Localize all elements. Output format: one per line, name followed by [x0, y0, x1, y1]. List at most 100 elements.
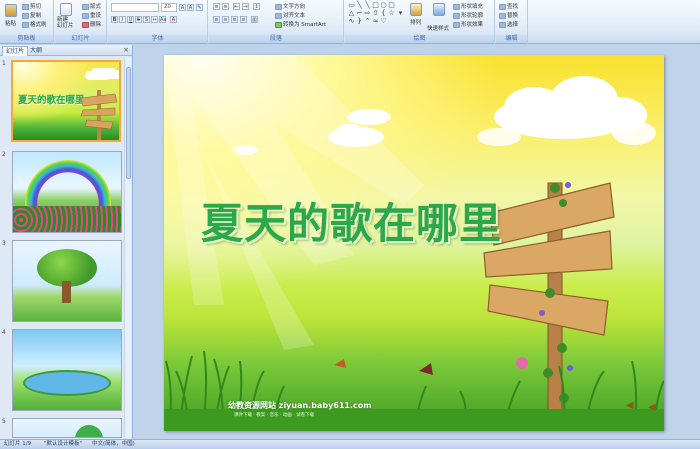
font-size-field[interactable]: 20: [161, 3, 177, 12]
slide-thumbnail-4[interactable]: [12, 329, 122, 411]
effects-icon: [453, 21, 460, 28]
justify-button[interactable]: ≡: [240, 16, 247, 23]
language-indicator[interactable]: 中文(简体，中国): [92, 440, 135, 449]
reset-icon: [82, 12, 89, 19]
thumb-dome: [75, 425, 103, 437]
speaker-icon[interactable]: ◀: [626, 400, 634, 411]
thumb-number: 5: [2, 418, 6, 425]
shapes-more-icon[interactable]: ▾: [397, 10, 404, 17]
scrollbar-thumb[interactable]: [126, 67, 131, 179]
replace-button[interactable]: 替换: [499, 11, 518, 19]
quick-styles-button[interactable]: 快速样式: [427, 24, 449, 32]
thumb-tree-trunk: [62, 281, 71, 303]
shape-curve-icon[interactable]: ∿: [348, 18, 355, 25]
align-right-button[interactable]: ≡: [231, 16, 238, 23]
arrange-icon[interactable]: [410, 3, 422, 16]
layout-icon: [82, 3, 89, 10]
paste-icon[interactable]: [5, 4, 17, 17]
italic-button[interactable]: I: [119, 16, 126, 23]
tab-slides[interactable]: 幻灯片: [2, 46, 29, 56]
quick-styles-icon[interactable]: [433, 3, 445, 16]
cut-button[interactable]: 剪切: [22, 2, 41, 10]
thumb-cloud: [91, 68, 117, 77]
shape-bracket-icon[interactable]: ⌐: [356, 10, 363, 17]
shape-outline-button[interactable]: 形状轮廓: [453, 11, 483, 19]
slide-thumbnail-1[interactable]: 夏天的歌在哪里: [11, 60, 121, 142]
slide-thumbnail-3[interactable]: [12, 240, 122, 322]
underline-button[interactable]: U: [127, 16, 134, 23]
shape-rect-icon[interactable]: ▭: [348, 2, 355, 9]
delete-button[interactable]: 删除: [82, 20, 101, 28]
bullets-button[interactable]: ≡: [213, 3, 220, 10]
clipboard-label: 剪贴板: [0, 35, 53, 43]
spacing-button[interactable]: ↔: [151, 16, 158, 23]
decrease-indent-button[interactable]: ⇤: [233, 3, 240, 10]
strikethrough-button[interactable]: S: [135, 16, 142, 23]
format-painter-button[interactable]: 格式刷: [22, 20, 47, 28]
shape-arrow-icon[interactable]: ⇨: [364, 10, 371, 17]
bold-button[interactable]: B: [111, 16, 118, 23]
align-text-icon: [275, 12, 282, 19]
shape-heart-icon[interactable]: ♡: [380, 18, 387, 25]
close-icon[interactable]: ×: [123, 46, 129, 54]
shape-brace-icon[interactable]: }: [356, 18, 363, 25]
convert-smartart-button[interactable]: 转换为 SmartArt: [275, 20, 326, 28]
thumb-pond: [23, 370, 111, 396]
shape-effects-button[interactable]: 形状效果: [453, 20, 483, 28]
theme-name[interactable]: "默认设计模板": [44, 440, 82, 449]
panel-scrollbar[interactable]: [124, 57, 131, 437]
clear-format-button[interactable]: ✎: [196, 4, 203, 11]
tab-outline[interactable]: 大纲: [27, 46, 45, 56]
shape-triangle-icon[interactable]: △: [348, 10, 355, 17]
case-button[interactable]: Aa: [159, 16, 166, 23]
shape-oval-icon[interactable]: ○: [380, 2, 387, 9]
shape-star-icon[interactable]: ☆: [388, 10, 395, 17]
find-button[interactable]: 查找: [499, 2, 518, 10]
shape-line2-icon[interactable]: ╲: [364, 2, 371, 9]
numbering-button[interactable]: ≡: [222, 3, 229, 10]
font-name-field[interactable]: [111, 3, 159, 12]
slide-title[interactable]: 夏天的歌在哪里: [201, 190, 502, 251]
new-slide-icon[interactable]: [60, 3, 72, 16]
font-label: 字体: [108, 35, 207, 43]
thumb-flowers: [13, 206, 121, 232]
increase-indent-button[interactable]: ⇥: [242, 3, 249, 10]
columns-button[interactable]: ▥: [251, 16, 258, 23]
slide-thumbnail-2[interactable]: [12, 151, 122, 233]
shape-rounded-icon[interactable]: ▢: [388, 2, 395, 9]
shadow-button[interactable]: S: [143, 16, 150, 23]
shape-rect2-icon[interactable]: □: [372, 2, 379, 9]
shape-line-icon[interactable]: ╲: [356, 2, 363, 9]
line-spacing-button[interactable]: ↕: [253, 3, 260, 10]
thumb-signpost: [80, 90, 118, 140]
shape-fill-button[interactable]: 形状填充: [453, 2, 483, 10]
scissors-icon: [22, 3, 29, 10]
shape-curly-icon[interactable]: {: [380, 10, 387, 17]
grow-font-button[interactable]: A: [179, 4, 186, 11]
shape-wave-icon[interactable]: ≈: [372, 18, 379, 25]
shape-chevron-icon[interactable]: ⌃: [364, 18, 371, 25]
replace-icon: [499, 12, 506, 19]
align-left-button[interactable]: ≡: [213, 16, 220, 23]
paste-button[interactable]: 粘贴: [5, 19, 16, 27]
arrange-button[interactable]: 排列: [410, 18, 421, 26]
text-direction-button[interactable]: 文字方向: [275, 2, 305, 10]
fill-icon: [453, 3, 460, 10]
select-button[interactable]: 选择: [499, 20, 518, 28]
copy-button[interactable]: 复制: [22, 11, 41, 19]
shape-arrow2-icon[interactable]: ⇧: [372, 10, 379, 17]
speaker-icon-2[interactable]: ◀: [648, 402, 656, 413]
slide-thumbnail-5[interactable]: [12, 418, 122, 438]
new-slide-button[interactable]: 新建 幻灯片: [57, 17, 74, 29]
current-slide[interactable]: 夏天的歌在哪里 幼教资源网站 ziyuan.baby611.com 课件下载 ·…: [164, 55, 664, 431]
align-center-button[interactable]: ≡: [222, 16, 229, 23]
shrink-font-button[interactable]: A: [187, 4, 194, 11]
thumb-number: 2: [2, 151, 6, 158]
reset-button[interactable]: 重设: [82, 11, 101, 19]
layout-button[interactable]: 版式: [82, 2, 101, 10]
align-text-button[interactable]: 对齐文本: [275, 11, 305, 19]
thumb-number: 3: [2, 240, 6, 247]
paragraph-group: ≡ ≡ ⇤ ⇥ ↕ ≡ ≡ ≡ ≡ ▥ 文字方向 对齐文本 转换为 SmartA…: [209, 0, 344, 44]
binoculars-icon: [499, 3, 506, 10]
font-color-button[interactable]: A: [170, 16, 177, 23]
